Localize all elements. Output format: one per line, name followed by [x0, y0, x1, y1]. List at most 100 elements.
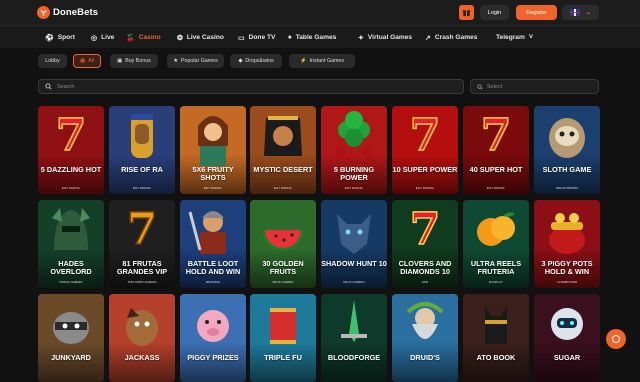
nav-item-virtual-games[interactable]: ✦ Virtual Games: [358, 26, 412, 49]
game-card[interactable]: 7 Clovers and Diamonds 10 FAZI: [392, 200, 458, 288]
game-card[interactable]: Ato Book: [463, 294, 529, 382]
soccer-ball-icon: ⚽: [45, 34, 54, 42]
game-card[interactable]: Mystic Desert EGT DIGITAL: [250, 106, 316, 194]
filter-chip-drops-wins[interactable]: ◆ Drops&wins: [230, 54, 282, 68]
game-provider: FELIX GAMING: [343, 280, 365, 284]
filter-chip-popular-games[interactable]: ★ Popular Games: [167, 54, 224, 68]
gift-button[interactable]: [459, 5, 474, 20]
login-button[interactable]: Login: [480, 5, 509, 20]
game-thumbnail: 7: [55, 110, 87, 161]
game-card[interactable]: 7 40 Super Hot EGT DIGITAL: [463, 106, 529, 194]
game-title: Clovers and Diamonds 10: [398, 259, 452, 276]
nav-item-live-casino[interactable]: ❂ Live Casino: [177, 26, 224, 49]
game-card[interactable]: 5x6 Fruity Shots EGT DIGITAL: [180, 106, 246, 194]
filter-chip-label: Buy Bonus: [125, 58, 151, 64]
search-icon: [477, 83, 483, 90]
register-button[interactable]: Register: [516, 5, 557, 20]
game-card[interactable]: Shadow Hunt 10 FELIX GAMING: [321, 200, 387, 288]
game-provider: CLAWBUSTER: [556, 280, 578, 284]
virtual-icon: ✦: [358, 34, 364, 42]
nav-item-crash-games[interactable]: ↗ Crash Games: [425, 26, 477, 49]
nav-item-live[interactable]: ◎ Live: [91, 26, 114, 49]
game-thumbnail: [534, 106, 600, 166]
category-filters: Lobby ▦ All ▣ Buy Bonus ★ Popular Games ◆ Drops&…: [0, 48, 640, 74]
game-provider: TOM HORN GAMING: [127, 280, 157, 284]
game-card[interactable]: Hades Overlord TRIPLE CHERRY: [38, 200, 104, 288]
filter-chip-lobby[interactable]: Lobby: [38, 54, 67, 68]
cherries-icon: 🍒: [126, 34, 135, 42]
game-provider: TRIPLE CHERRY: [59, 280, 83, 284]
nav-item-sport[interactable]: ⚽ Sport: [45, 26, 75, 49]
game-card[interactable]: Sloth Game SMOOTHPIPRA: [534, 106, 600, 194]
game-title: Triple Fu: [264, 353, 302, 362]
search-field[interactable]: Search: [38, 79, 464, 94]
game-provider: EGT DIGITAL: [486, 186, 506, 190]
provider-select[interactable]: Select: [470, 79, 599, 94]
filter-chip-label: Popular Games: [180, 58, 218, 64]
nav-item-label: Live: [101, 34, 115, 41]
brand-name: DoneBets: [53, 7, 99, 18]
game-card[interactable]: Triple Fu: [250, 294, 316, 382]
nav-item-done-tv[interactable]: ▭ Done TV: [238, 26, 275, 49]
game-title: 5x6 Fruity Shots: [192, 165, 234, 182]
game-title: 10 Super Power: [392, 165, 458, 174]
game-card[interactable]: Jackass: [109, 294, 175, 382]
game-title: 30 Golden Fruits: [262, 259, 304, 276]
game-thumbnail: [463, 200, 529, 260]
star-icon: ★: [173, 58, 178, 64]
game-thumbnail: [321, 294, 387, 354]
search-icon: [45, 83, 52, 90]
game-thumbnail: 7: [126, 204, 158, 255]
chevron-down-icon: ˅: [528, 34, 533, 41]
game-title: 81 Frutas Grandes VIP: [116, 259, 168, 276]
live-broadcast-icon: ◎: [91, 34, 98, 42]
game-provider: SMOOTHPIPRA: [555, 186, 579, 190]
game-card[interactable]: Bloodforge: [321, 294, 387, 382]
nav-item-label: Live Casino: [186, 34, 224, 41]
filter-chip-all[interactable]: ▦ All: [73, 54, 101, 68]
nav-item-casino[interactable]: 🍒 Casino: [126, 26, 161, 49]
game-card[interactable]: Druid's: [392, 294, 458, 382]
game-title: Bloodforge: [327, 353, 381, 362]
game-card[interactable]: 5 Burning Power EGT DIGITAL: [321, 106, 387, 194]
game-thumbnail: [463, 294, 529, 354]
game-card[interactable]: 30 Golden Fruits FELIX GAMING: [250, 200, 316, 288]
game-thumbnail: [109, 106, 175, 166]
game-card[interactable]: Battle Loot Hold and Win BGAMING: [180, 200, 246, 288]
nav-item-table-games[interactable]: ♠ Table Games: [288, 26, 336, 49]
game-title: Rise of Ra: [121, 165, 163, 174]
game-card[interactable]: 7 5 Dazzling Hot EGT DIGITAL: [38, 106, 104, 194]
chevron-down-icon: ⌄: [585, 10, 592, 16]
filter-chip-instant-games[interactable]: ⚡ Instant Games: [289, 54, 355, 68]
game-card[interactable]: Ultra Reels Fruteria EVOPLAY: [463, 200, 529, 288]
game-thumbnail: [180, 106, 246, 166]
game-thumbnail: [250, 294, 316, 354]
game-title: Ultra Reels Fruteria: [470, 259, 522, 276]
nav-item-label: Table Games: [295, 34, 337, 41]
game-provider: EGT DIGITAL: [273, 186, 293, 190]
filter-chip-label: Drops&wins: [245, 58, 274, 64]
provider-select-placeholder: Select: [487, 83, 503, 90]
game-card[interactable]: 3 Piggy Pots Hold & Win CLAWBUSTER: [534, 200, 600, 288]
game-card[interactable]: 7 81 Frutas Grandes VIP TOM HORN GAMING: [109, 200, 175, 288]
game-card[interactable]: Sugar: [534, 294, 600, 382]
game-card[interactable]: Rise of Ra EGT DIGITAL: [109, 106, 175, 194]
game-card[interactable]: 7 10 Super Power EGT DIGITAL: [392, 106, 458, 194]
nav-item-telegram[interactable]: Telegram ˅: [496, 26, 533, 49]
main-nav: ⚽ Sport ◎ Live 🍒 Casino ❂ Live Casino ▭ Done TV ♠ T…: [0, 25, 640, 48]
game-thumbnail: [38, 200, 104, 260]
language-select[interactable]: ⌄: [562, 5, 599, 20]
game-title: Battle Loot Hold and Win: [185, 259, 241, 276]
game-title: Shadow Hunt 10: [321, 259, 387, 268]
game-title: Jackass: [124, 353, 160, 362]
game-thumbnail: [250, 106, 316, 166]
filter-chip-buy-bonus[interactable]: ▣ Buy Bonus: [110, 54, 158, 68]
nav-item-label: Done TV: [248, 34, 276, 41]
game-title: 40 Super Hot: [469, 165, 523, 174]
support-chat-button[interactable]: [606, 329, 626, 349]
game-thumbnail: [250, 200, 316, 260]
game-card[interactable]: Piggy Prizes: [180, 294, 246, 382]
nav-item-label: Virtual Games: [367, 34, 413, 41]
game-card[interactable]: Junkyard: [38, 294, 104, 382]
brand-logo[interactable]: DoneBets: [37, 6, 98, 19]
